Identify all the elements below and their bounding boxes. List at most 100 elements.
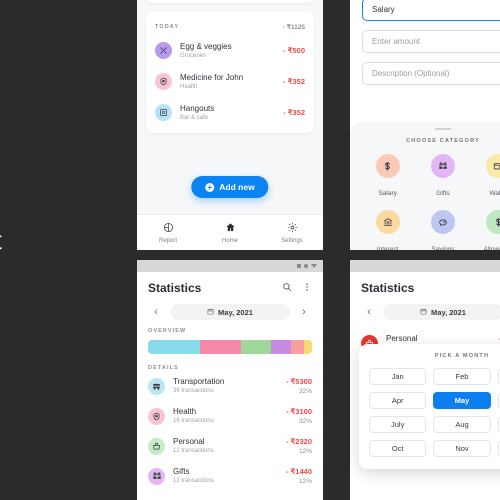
chevron-right-icon[interactable]: › [296,306,312,318]
statistics-header: Statistics [137,272,323,301]
category-option[interactable]: Savings [415,210,470,250]
page-title: Statistics [148,281,202,295]
photo-icon [155,104,172,121]
category-sheet: CHOOSE CATEGORY Salary Gifts Wallet Interes… [350,122,500,250]
detail-percent: 32% [298,387,312,395]
detail-text: Gifts 12 transactions [173,466,286,486]
detail-values: - ₹232012% [286,437,312,456]
detail-amount: - ₹2320 [285,436,312,446]
month-grid: JanFebMarAprMayJunJulyAugSepOctNovDec [369,368,500,457]
hero-subline-1: Expense [0,186,80,222]
statistics-header: Statistics [350,272,500,301]
overview-segment [200,340,242,354]
more-vertical-icon[interactable] [302,282,312,295]
entry-fields: Salary Enter amount Description (Optional) [362,0,500,85]
description-field[interactable]: Description (Optional) [362,62,500,85]
amount-field[interactable]: Enter amount [362,30,500,53]
detail-row[interactable]: Health 16 transactions - ₹310032% [137,401,323,431]
transaction-title: Hangouts [180,103,215,113]
title-field[interactable]: Salary [362,0,500,21]
detail-values: - ₹1440 12% [286,467,312,486]
search-icon[interactable] [282,282,292,295]
transaction-title: Medicine for John [180,72,244,82]
bottom-tab-bar: Report Home Settings [137,214,323,250]
month-cell-aug[interactable]: Aug [433,416,491,433]
overview-segment [303,340,312,354]
transaction-subtitle: Bar & cafe [180,114,209,121]
transaction-card: Groceries- ₹500Health- ₹352Hangouts with… [146,0,314,3]
month-cell-feb[interactable]: Feb [433,368,491,385]
piggy-icon [430,210,455,234]
transaction-title: Egg & veggies [180,41,232,51]
status-square-icon [297,264,301,268]
add-new-label: Add new [219,182,255,192]
chevron-left-icon[interactable]: ‹ [148,306,164,318]
category-label: Wallet [489,190,500,197]
category-option[interactable]: Allowance [471,210,500,250]
category-option[interactable]: Salary [360,154,415,200]
detail-amount: - ₹1440 [285,466,312,476]
transactions-body: Groceries- ₹500Health- ₹352Hangouts with… [137,0,323,250]
tab-report-label: Report [158,237,177,244]
pie-chart-icon [137,222,199,237]
month-cell-apr[interactable]: Apr [369,392,427,409]
transaction-row[interactable]: Medicine for John Health - ₹352 [155,66,305,97]
category-label: Savings [431,246,455,250]
category-label: Gifts [436,190,450,197]
chevron-left-icon[interactable]: ‹ [361,306,377,318]
month-cell-july[interactable]: July [369,416,427,433]
category-option[interactable]: Gifts [415,154,470,200]
detail-row[interactable]: Transportation 36 transactions - ₹5300 32% [137,371,323,401]
overview-label: OVERVIEW [148,328,187,334]
statistics-body: Statistics ‹ May, 2021 › OVERVIEW DETAIL… [137,272,323,500]
month-cell-may[interactable]: May [433,392,491,409]
transaction-amount: - ₹352 [283,77,305,86]
month-cell-nov[interactable]: Nov [433,440,491,457]
bank-icon [375,210,400,234]
gift-icon [148,467,165,485]
detail-row[interactable]: Personal 12 transactions - ₹232012% [137,431,323,461]
calendar-icon [207,308,214,317]
sheet-grabber[interactable] [435,128,451,130]
month-selector-row: ‹ May, 2021 › [350,301,500,328]
tab-home[interactable]: Home [199,222,261,244]
pick-a-month-label: PICK A MONTH [434,353,490,359]
month-cell-oct[interactable]: Oct [369,440,427,457]
category-label: Interest [376,246,399,250]
month-label: May, 2021 [218,307,253,317]
tab-report[interactable]: Report [137,222,199,244]
choose-category-label: CHOOSE CATEGORY [406,138,480,144]
detail-subtitle: 12 transactions [173,478,214,484]
transaction-amount: - ₹500 [283,46,305,55]
group-total: - ₹1125 [282,24,305,31]
transaction-amount: - ₹352 [283,108,305,117]
overview-segment [271,340,291,354]
detail-title: Gifts [173,467,190,476]
tab-home-label: Home [221,237,238,244]
detail-amount: - ₹5300 [285,376,312,386]
month-cell-jan[interactable]: Jan [369,368,427,385]
category-option[interactable]: Wallet [471,154,500,200]
status-circle-icon [304,264,308,268]
tab-settings[interactable]: Settings [261,222,323,244]
month-pill[interactable]: May, 2021 [383,304,500,320]
gift-icon [430,154,455,178]
detail-subtitle: 36 transactions [173,388,214,394]
phone-transactions-screen: Groceries- ₹500Health- ₹352Hangouts with… [137,0,323,250]
overview-bar [148,340,312,354]
category-label: Salary [378,190,397,197]
category-grid: Salary Gifts Wallet Interest Savings Allowanc… [360,154,500,250]
category-option[interactable]: Interest [360,210,415,250]
shield-health-icon [155,73,172,90]
transaction-row[interactable]: Hangouts Bar & cafe - ₹352 [155,97,305,128]
detail-text: Transportation 36 transactions [173,376,286,396]
status-bar [350,260,500,272]
detail-subtitle: 16 transactions [173,418,214,424]
month-pill[interactable]: May, 2021 [170,304,290,320]
month-picker-dialog: PICK A MONTH JanFebMarAprMayJunJulyAugSe… [359,344,500,469]
status-triangle-icon [311,264,317,268]
detail-title: Personal [386,334,418,343]
detail-row[interactable]: Gifts 12 transactions - ₹1440 12% [137,461,323,491]
add-new-button[interactable]: + Add new [191,176,269,198]
transaction-row[interactable]: Egg & veggies Groceries - ₹500 [155,35,305,66]
